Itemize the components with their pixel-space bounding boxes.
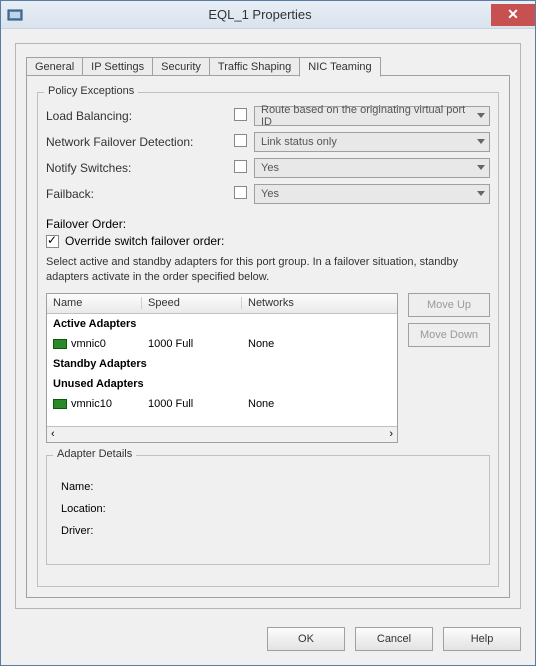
ok-button[interactable]: OK: [267, 627, 345, 651]
window-title: EQL_1 Properties: [29, 7, 491, 22]
tab-ip-settings[interactable]: IP Settings: [82, 57, 152, 77]
failover-order-label: Failover Order:: [46, 217, 490, 231]
category-standby[interactable]: Standby Adapters: [47, 354, 397, 374]
properties-window: EQL_1 Properties ✕ General IP Settings S…: [0, 0, 536, 666]
adapter-details-legend: Adapter Details: [53, 448, 136, 460]
col-name[interactable]: Name: [47, 297, 142, 309]
detail-name-label: Name:: [61, 481, 131, 493]
adapter-list-header: Name Speed Networks: [47, 294, 397, 314]
tab-strip: General IP Settings Security Traffic Sha…: [26, 54, 510, 76]
row-failback: Failback: Yes: [46, 181, 490, 207]
help-button[interactable]: Help: [443, 627, 521, 651]
move-up-button[interactable]: Move Up: [408, 293, 490, 317]
notify-switches-label: Notify Switches:: [46, 161, 226, 175]
adapter-list[interactable]: Name Speed Networks Active Adapters vmni…: [46, 293, 398, 443]
policy-exceptions-group: Policy Exceptions Load Balancing: Route …: [37, 92, 499, 587]
scroll-left-icon[interactable]: ‹: [51, 428, 55, 440]
detail-driver-label: Driver:: [61, 525, 131, 537]
cancel-button[interactable]: Cancel: [355, 627, 433, 651]
failover-detection-checkbox[interactable]: [234, 134, 247, 147]
failback-label: Failback:: [46, 187, 226, 201]
failback-checkbox[interactable]: [234, 186, 247, 199]
app-icon: [7, 7, 23, 23]
close-icon: ✕: [507, 6, 519, 23]
load-balancing-select[interactable]: Route based on the originating virtual p…: [254, 106, 490, 126]
notify-switches-select[interactable]: Yes: [254, 158, 490, 178]
failover-help-text: Select active and standby adapters for t…: [46, 255, 490, 285]
tab-general[interactable]: General: [26, 57, 82, 77]
category-active[interactable]: Active Adapters: [47, 314, 397, 334]
failback-select[interactable]: Yes: [254, 184, 490, 204]
load-balancing-checkbox[interactable]: [234, 108, 247, 121]
adapter-row-vmnic10[interactable]: vmnic10 1000 Full None: [47, 394, 397, 414]
adapter-list-body: Active Adapters vmnic0 1000 Full None St…: [47, 314, 397, 426]
override-label: Override switch failover order:: [65, 234, 224, 248]
category-unused[interactable]: Unused Adapters: [47, 374, 397, 394]
nic-icon: [53, 339, 67, 349]
titlebar: EQL_1 Properties ✕: [1, 1, 535, 29]
load-balancing-label: Load Balancing:: [46, 109, 226, 123]
row-notify-switches: Notify Switches: Yes: [46, 155, 490, 181]
tab-nic-teaming[interactable]: NIC Teaming: [299, 57, 380, 77]
adapter-list-area: Name Speed Networks Active Adapters vmni…: [46, 293, 490, 443]
detail-location-label: Location:: [61, 503, 131, 515]
col-networks[interactable]: Networks: [242, 297, 397, 309]
row-override: Override switch failover order:: [46, 231, 490, 251]
move-down-button[interactable]: Move Down: [408, 323, 490, 347]
row-failover-detection: Network Failover Detection: Link status …: [46, 129, 490, 155]
adapter-row-vmnic0[interactable]: vmnic0 1000 Full None: [47, 334, 397, 354]
adapter-details-group: Adapter Details Name: Location: Driver:: [46, 455, 490, 565]
detail-location-row: Location:: [55, 498, 481, 520]
failover-detection-select[interactable]: Link status only: [254, 132, 490, 152]
nic-icon: [53, 399, 67, 409]
adapter-side-buttons: Move Up Move Down: [398, 293, 490, 443]
tab-traffic-shaping[interactable]: Traffic Shaping: [209, 57, 299, 77]
policy-exceptions-legend: Policy Exceptions: [44, 85, 138, 97]
col-speed[interactable]: Speed: [142, 297, 242, 309]
row-load-balancing: Load Balancing: Route based on the origi…: [46, 103, 490, 129]
adapter-list-hscroll[interactable]: ‹ ›: [47, 426, 397, 442]
dialog-footer: OK Cancel Help: [1, 617, 535, 665]
content-panel: General IP Settings Security Traffic Sha…: [15, 43, 521, 609]
tab-security[interactable]: Security: [152, 57, 209, 77]
detail-name-row: Name:: [55, 476, 481, 498]
failover-detection-label: Network Failover Detection:: [46, 135, 226, 149]
notify-switches-checkbox[interactable]: [234, 160, 247, 173]
scroll-right-icon[interactable]: ›: [389, 428, 393, 440]
tab-page: Policy Exceptions Load Balancing: Route …: [26, 75, 510, 598]
close-button[interactable]: ✕: [491, 4, 535, 26]
detail-driver-row: Driver:: [55, 520, 481, 542]
client-area: General IP Settings Security Traffic Sha…: [1, 29, 535, 617]
override-checkbox[interactable]: [46, 235, 59, 248]
